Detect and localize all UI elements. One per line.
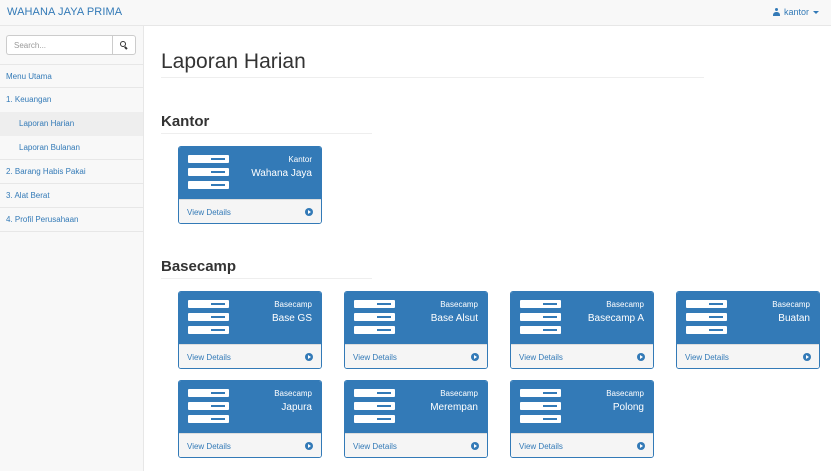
card-label: Basecamp (606, 300, 644, 309)
panel-card-merempan: Basecamp Merempan View Details (344, 380, 488, 458)
view-details-link[interactable]: View Details (179, 433, 321, 457)
arrow-circle-right-icon (637, 353, 645, 361)
arrow-circle-right-icon (471, 353, 479, 361)
view-details-label: View Details (519, 442, 563, 451)
arrow-circle-right-icon (803, 353, 811, 361)
arrow-circle-right-icon (471, 442, 479, 450)
card-label: Basecamp (440, 300, 478, 309)
search-group (6, 35, 136, 55)
card-label: Basecamp (274, 389, 312, 398)
brand-link[interactable]: WAHANA JAYA PRIMA (7, 6, 122, 18)
view-details-label: View Details (519, 353, 563, 362)
search-button[interactable] (112, 35, 136, 55)
card-header: Basecamp Merempan (345, 381, 487, 433)
user-icon (772, 8, 780, 16)
arrow-circle-right-icon (305, 208, 313, 216)
view-details-label: View Details (685, 353, 729, 362)
card-header: Basecamp Base GS (179, 292, 321, 344)
search-icon (120, 41, 128, 49)
server-stack-icon (188, 300, 229, 336)
card-label: Kantor (288, 155, 312, 164)
server-stack-icon (354, 300, 395, 336)
view-details-link[interactable]: View Details (511, 433, 653, 457)
sidebar-menu: Menu Utama 1. Keuangan Laporan Harian La… (0, 64, 143, 232)
card-label: Basecamp (440, 389, 478, 398)
server-stack-icon (520, 389, 561, 425)
card-header: Basecamp Base Alsut (345, 292, 487, 344)
sidebar-item-profil-perusahaan[interactable]: 4. Profil Perusahaan (0, 208, 143, 232)
panel-card-japura: Basecamp Japura View Details (178, 380, 322, 458)
page-title: Laporan Harian (161, 50, 306, 73)
section-divider (161, 133, 372, 134)
sidebar-item-laporan-harian[interactable]: Laporan Harian (0, 112, 143, 136)
server-stack-icon (520, 300, 561, 336)
card-name: Wahana Jaya (251, 168, 312, 179)
sidebar-item-menu-utama[interactable]: Menu Utama (0, 64, 143, 88)
card-name: Polong (612, 402, 644, 413)
caret-down-icon (813, 10, 819, 14)
view-details-link[interactable]: View Details (511, 344, 653, 368)
sidebar: Menu Utama 1. Keuangan Laporan Harian La… (0, 26, 144, 471)
panel-card-buatan: Basecamp Buatan View Details (676, 291, 820, 369)
server-stack-icon (188, 389, 229, 425)
card-label: Basecamp (274, 300, 312, 309)
view-details-label: View Details (353, 353, 397, 362)
sidebar-item-laporan-bulanan[interactable]: Laporan Bulanan (0, 136, 143, 160)
panel-card-base-gs: Basecamp Base GS View Details (178, 291, 322, 369)
title-divider (161, 77, 704, 78)
panel-card-base-alsut: Basecamp Base Alsut View Details (344, 291, 488, 369)
view-details-label: View Details (187, 208, 231, 217)
card-name: Japura (281, 402, 312, 413)
sidebar-item-keuangan[interactable]: 1. Keuangan (0, 88, 143, 112)
card-name: Merempan (430, 402, 478, 413)
sidebar-item-barang-habis-pakai[interactable]: 2. Barang Habis Pakai (0, 160, 143, 184)
user-label: kantor (783, 7, 809, 17)
card-header: Basecamp Polong (511, 381, 653, 433)
section-title-kantor: Kantor (161, 113, 210, 130)
card-name: Basecamp A (587, 313, 644, 324)
card-label: Basecamp (606, 389, 644, 398)
search-input[interactable] (6, 35, 112, 55)
server-stack-icon (686, 300, 727, 336)
section-title-basecamp: Basecamp (161, 258, 237, 275)
card-name: Base Alsut (430, 313, 478, 324)
sidebar-item-alat-berat[interactable]: 3. Alat Berat (0, 184, 143, 208)
view-details-link[interactable]: View Details (179, 344, 321, 368)
arrow-circle-right-icon (305, 442, 313, 450)
card-label: Basecamp (772, 300, 810, 309)
server-stack-icon (188, 155, 229, 191)
card-name: Buatan (778, 313, 810, 324)
panel-card-wahana-jaya: Kantor Wahana Jaya View Details (178, 146, 322, 224)
server-stack-icon (354, 389, 395, 425)
card-header: Basecamp Basecamp A (511, 292, 653, 344)
view-details-link[interactable]: View Details (179, 199, 321, 223)
view-details-link[interactable]: View Details (345, 344, 487, 368)
view-details-label: View Details (187, 353, 231, 362)
view-details-link[interactable]: View Details (345, 433, 487, 457)
card-header: Basecamp Buatan (677, 292, 819, 344)
top-navbar: WAHANA JAYA PRIMA kantor (0, 0, 831, 26)
panel-card-polong: Basecamp Polong View Details (510, 380, 654, 458)
view-details-label: View Details (187, 442, 231, 451)
user-menu[interactable]: kantor (772, 7, 819, 17)
card-header: Kantor Wahana Jaya (179, 147, 321, 199)
view-details-label: View Details (353, 442, 397, 451)
panel-card-basecamp-a: Basecamp Basecamp A View Details (510, 291, 654, 369)
section-divider (161, 278, 372, 279)
view-details-link[interactable]: View Details (677, 344, 819, 368)
card-header: Basecamp Japura (179, 381, 321, 433)
arrow-circle-right-icon (305, 353, 313, 361)
arrow-circle-right-icon (637, 442, 645, 450)
card-name: Base GS (271, 313, 312, 324)
